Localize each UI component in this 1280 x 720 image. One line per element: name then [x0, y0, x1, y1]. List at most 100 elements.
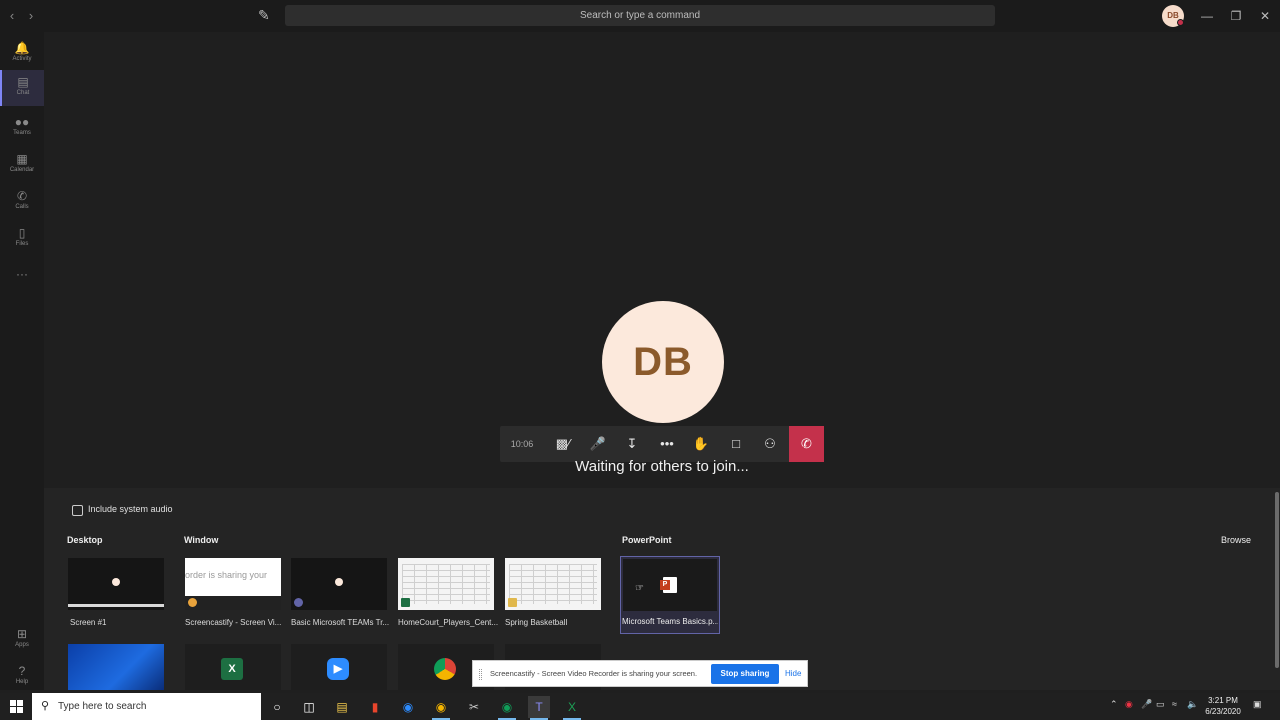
cortana-icon[interactable]: ○: [266, 696, 288, 718]
rail-item-calendar[interactable]: ▦ Calendar: [0, 147, 44, 183]
include-audio-checkbox[interactable]: [72, 505, 83, 516]
teams-icon: ●●: [14, 115, 30, 129]
participants-icon[interactable]: ⚇: [753, 426, 787, 462]
call-timer: 10:06: [510, 439, 534, 449]
rail-item-label: Teams: [13, 130, 31, 136]
desktop-section-title: Desktop: [67, 535, 103, 545]
rail-item-calls[interactable]: ✆ Calls: [0, 184, 44, 220]
window-snippet: order is sharing your: [185, 570, 268, 580]
powerpoint-icon: [660, 577, 677, 593]
command-search-input[interactable]: Search or type a command: [285, 5, 995, 26]
teams-icon[interactable]: T: [528, 696, 550, 720]
rail-item-label: Activity: [12, 56, 32, 62]
app-rail: 🔔 Activity ▤ Chat ●● Teams ▦ Calendar ✆ …: [0, 32, 44, 690]
waiting-status-text: Waiting for others to join...: [575, 458, 749, 475]
window-section-title: Window: [184, 535, 219, 545]
security-icon[interactable]: ◉: [1125, 699, 1133, 710]
minimize-icon[interactable]: —: [1200, 8, 1214, 24]
window-thumbnail-excel[interactable]: X: [185, 644, 281, 690]
spreadsheet-grid: [509, 564, 597, 604]
calendar-icon: ▦: [16, 152, 28, 166]
chrome-profile-icon[interactable]: ◉: [496, 696, 518, 720]
back-arrow-icon[interactable]: ‹: [5, 8, 19, 24]
folder-icon: [508, 598, 517, 607]
phone-hangup-icon: ✆: [801, 436, 812, 451]
rail-item-label: Help: [15, 679, 29, 685]
include-audio-label: Include system audio: [88, 504, 173, 514]
windows-start-icon[interactable]: [10, 700, 23, 713]
window-thumbnail[interactable]: [291, 558, 387, 610]
window-thumbnail[interactable]: [505, 558, 601, 610]
drag-handle-icon[interactable]: [479, 669, 482, 680]
window-thumbnail[interactable]: order is sharing your: [185, 558, 281, 610]
title-bar: ‹ › ✎ Search or type a command DB — ❐ ✕: [0, 0, 1280, 32]
scrollbar-thumb[interactable]: [1275, 492, 1279, 668]
screen-share-notification: Screencastify - Screen Video Recorder is…: [472, 660, 808, 687]
forward-arrow-icon[interactable]: ›: [24, 8, 38, 24]
window-caption: HomeCourt_Players_Cent...: [398, 618, 498, 627]
rail-item-label: Calls: [15, 204, 29, 210]
tray-scrollbar[interactable]: [1274, 488, 1280, 690]
clock-time: 3:21 PM: [1208, 696, 1238, 705]
window-footer: [185, 596, 281, 610]
close-icon[interactable]: ✕: [1258, 8, 1272, 24]
task-view-icon[interactable]: ◫: [298, 696, 320, 718]
taskbar-clock[interactable]: 3:21 PM 6/23/2020: [1198, 695, 1248, 717]
screen-thumbnail[interactable]: [68, 558, 164, 610]
snipping-tool-icon[interactable]: ✂: [463, 696, 485, 718]
powerpoint-file-caption: Microsoft Teams Basics.p...: [622, 617, 718, 626]
browse-button[interactable]: Browse: [1221, 535, 1251, 545]
mic-mute-icon[interactable]: 🎤: [581, 426, 615, 462]
raise-hand-icon[interactable]: ✋: [684, 426, 718, 462]
avatar-mini: [335, 578, 343, 586]
office-icon[interactable]: ▮: [364, 696, 386, 718]
call-controls-bar: 10:06 ▩∕ 🎤 ↧ ••• ✋ □ ⚇ ✆: [500, 426, 824, 462]
zoom-icon: ▶: [327, 658, 349, 680]
teams-icon: [294, 598, 303, 607]
participant-avatar: DB: [602, 301, 724, 423]
window-caption: Screencastify - Screen Vi...: [185, 618, 282, 627]
window-thumbnail[interactable]: [398, 558, 494, 610]
window-thumbnail-zoom[interactable]: ▶: [291, 644, 387, 690]
excel-icon: [401, 598, 410, 607]
camera-off-icon[interactable]: ▩∕: [546, 426, 580, 462]
hang-up-button[interactable]: ✆: [789, 426, 824, 462]
stop-sharing-button[interactable]: Stop sharing: [711, 664, 779, 684]
wifi-icon[interactable]: ≈: [1172, 699, 1177, 709]
rail-item-label: Apps: [15, 642, 29, 648]
zoom-icon[interactable]: ◉: [397, 696, 419, 718]
chevron-up-icon[interactable]: ⌃: [1110, 699, 1118, 710]
rail-item-help[interactable]: ? Help: [0, 659, 44, 695]
clock-date: 6/23/2020: [1205, 707, 1241, 716]
volume-icon[interactable]: 🔈: [1187, 699, 1198, 710]
more-apps-button[interactable]: ···: [0, 262, 44, 282]
chrome-icon: [188, 598, 197, 607]
chrome-icon: [434, 658, 456, 680]
share-tray-icon[interactable]: ↧: [615, 426, 649, 462]
microphone-icon[interactable]: 🎤: [1141, 699, 1152, 710]
excel-icon[interactable]: X: [561, 696, 583, 720]
battery-icon[interactable]: ▭: [1156, 699, 1165, 710]
restore-icon[interactable]: ❐: [1229, 8, 1243, 24]
rail-item-files[interactable]: ▯ Files: [0, 221, 44, 257]
screen-thumbnail-2[interactable]: [68, 644, 164, 690]
file-explorer-icon[interactable]: ▤: [331, 696, 353, 718]
chat-icon[interactable]: □: [719, 426, 753, 462]
rail-item-apps[interactable]: ⊞ Apps: [0, 622, 44, 658]
help-icon: ?: [18, 664, 26, 678]
powerpoint-file-card[interactable]: ☞ Microsoft Teams Basics.p...: [620, 556, 720, 634]
chrome-icon[interactable]: ◉: [430, 696, 452, 720]
share-notification-text: Screencastify - Screen Video Recorder is…: [490, 669, 698, 678]
taskbar-search-input[interactable]: ⚲ Type here to search: [32, 693, 261, 720]
hide-button[interactable]: Hide: [785, 669, 801, 678]
bell-icon: 🔔: [14, 41, 30, 55]
notifications-icon[interactable]: ▣: [1253, 699, 1262, 710]
windows-taskbar: ⚲ Type here to search ○ ◫ ▤ ▮ ◉ ◉ ✂ ◉ T …: [0, 693, 1280, 720]
rail-item-activity[interactable]: 🔔 Activity: [0, 36, 44, 72]
new-chat-icon[interactable]: ✎: [258, 7, 274, 23]
rail-item-teams[interactable]: ●● Teams: [0, 110, 44, 146]
excel-icon: X: [221, 658, 243, 680]
more-actions-icon[interactable]: •••: [650, 426, 684, 462]
powerpoint-section-title: PowerPoint: [622, 535, 672, 545]
rail-item-chat[interactable]: ▤ Chat: [0, 70, 44, 106]
